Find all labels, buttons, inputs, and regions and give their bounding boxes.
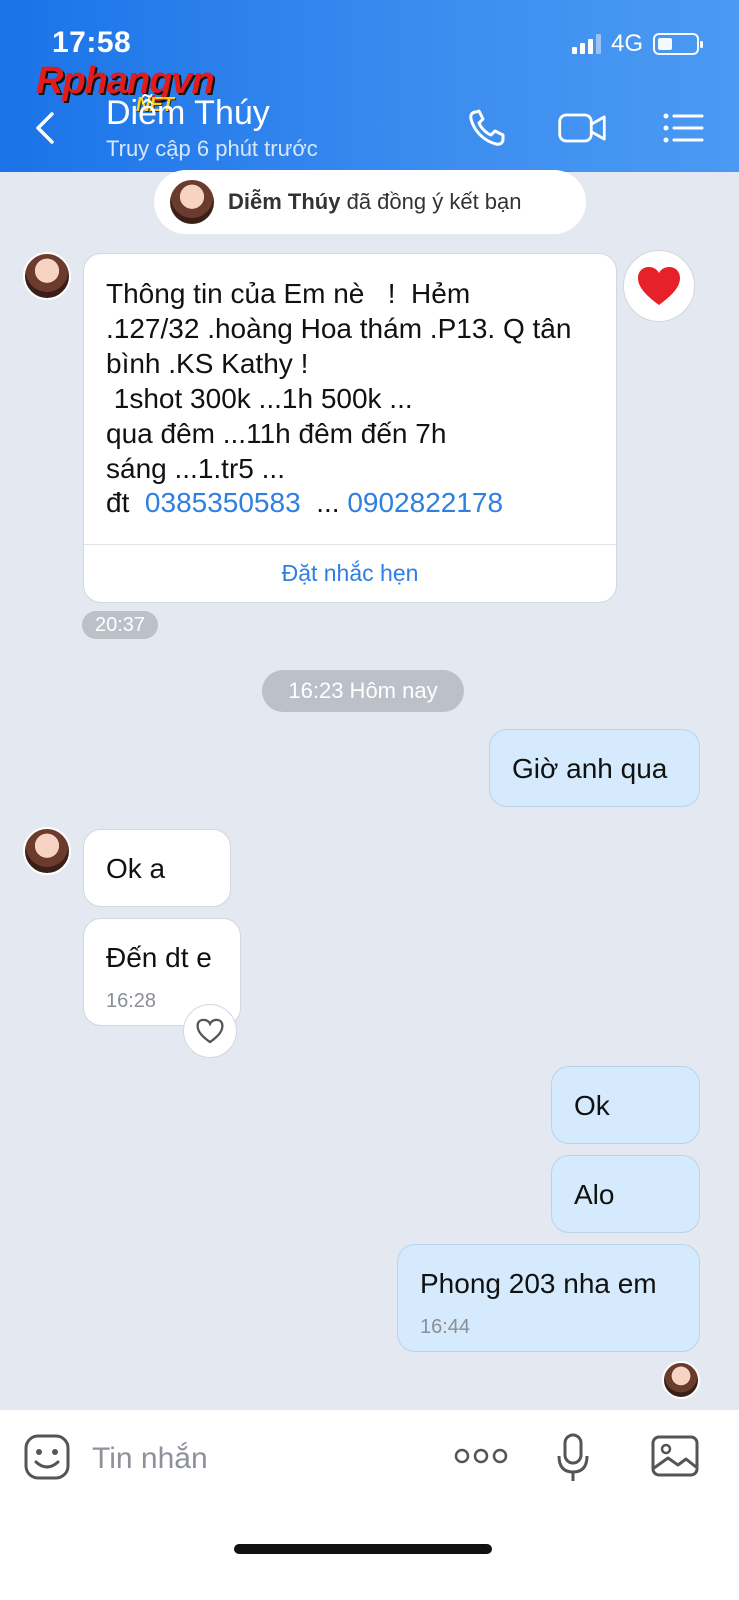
sent-message[interactable]: Alo [551,1155,700,1233]
date-divider: 16:23 Hôm nay [262,670,464,712]
sender-avatar[interactable] [23,252,71,300]
sent-message[interactable]: Phong 203 nha em 16:44 [397,1244,700,1352]
friend-accepted-notice: Diễm Thúy đã đồng ý kết bạn [154,170,586,234]
sent-message[interactable]: Giờ anh qua [489,729,700,807]
avatar[interactable] [170,180,214,224]
home-indicator[interactable] [234,1544,492,1554]
signal-icon [571,34,601,54]
network-type: 4G [610,30,643,57]
heart-filled-icon [638,267,680,305]
microphone-icon[interactable] [555,1432,591,1484]
phone-link-1[interactable]: 0385350583 [145,487,301,518]
seen-avatar [662,1361,700,1399]
status-time: 17:58 [52,26,132,59]
contact-name[interactable]: Diễm Thúy [106,94,270,133]
notice-text: Diễm Thúy đã đồng ý kết bạn [228,189,522,214]
card-text: Thông tin của Em nè ! Hẻm .127/32 .hoàng… [106,278,572,484]
image-gallery-icon[interactable] [650,1432,700,1480]
video-call-icon[interactable] [556,104,608,152]
message-time: 20:37 [82,611,158,639]
card-phone-line: đt 0385350583 ... 0902822178 [106,487,504,518]
menu-list-icon[interactable] [658,104,710,152]
status-indicators: 4G [571,30,703,58]
message-time: 16:44 [420,1316,471,1338]
chat-header: 17:58 4G Rphangvn NET Diễm Thúy Truy cập… [0,0,739,172]
heart-reaction-button[interactable] [623,250,695,322]
sent-message[interactable]: Ok [551,1066,700,1144]
set-reminder-button[interactable]: Đặt nhắc hẹn [84,560,616,587]
message-input-bar: Tin nhắn [0,1410,739,1600]
received-message[interactable]: Ok a [83,829,231,907]
sender-avatar[interactable] [23,827,71,875]
card-divider [84,544,616,545]
heart-outline-icon [196,1018,224,1044]
like-button[interactable] [183,1004,237,1058]
phone-icon[interactable] [462,104,514,152]
last-seen-status: Truy cập 6 phút trước [106,136,318,161]
battery-icon [653,33,703,55]
sticker-icon[interactable] [22,1432,72,1482]
message-input[interactable]: Tin nhắn [92,1442,208,1476]
message-time: 16:28 [106,990,157,1012]
phone-link-2[interactable]: 0902822178 [347,487,503,518]
info-card-message[interactable]: Thông tin của Em nè ! Hẻm .127/32 .hoàng… [83,253,617,603]
more-options-icon[interactable] [453,1444,509,1468]
back-icon[interactable] [28,108,64,148]
